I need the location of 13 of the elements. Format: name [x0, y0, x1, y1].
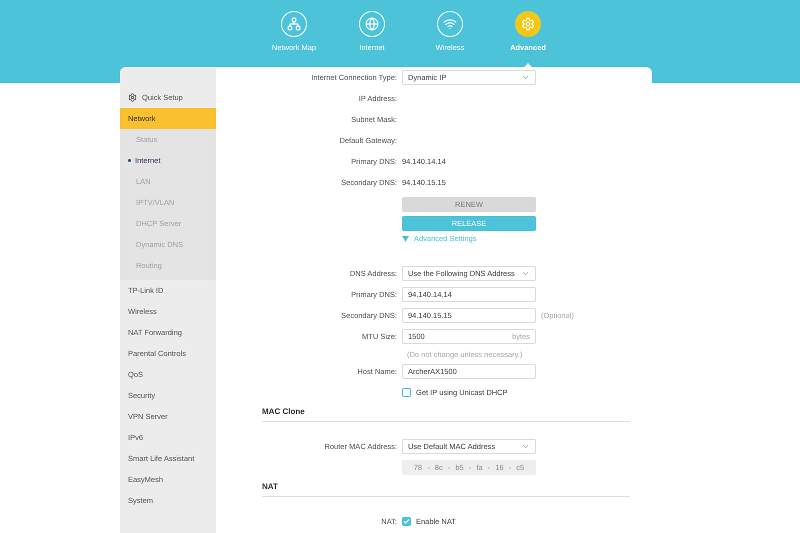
section-heading: NAT	[262, 482, 630, 497]
checkbox[interactable]	[402, 388, 411, 397]
network-icon	[287, 17, 301, 31]
checkbox[interactable]	[402, 517, 411, 526]
gear-icon	[128, 93, 137, 102]
chevron-down-icon	[521, 269, 530, 278]
section-heading: MAC Clone	[262, 407, 630, 422]
chevron-down-icon	[521, 73, 530, 82]
gear-icon	[521, 17, 535, 31]
chevron-down-icon	[521, 442, 530, 451]
triangle-icon	[402, 236, 409, 242]
wifi-icon	[443, 17, 457, 31]
globe-icon	[365, 17, 379, 31]
